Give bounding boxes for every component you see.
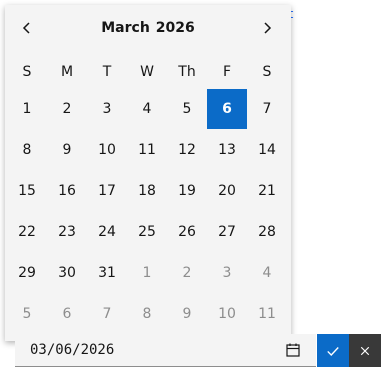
- day-cell[interactable]: 31: [87, 253, 127, 293]
- day-cell[interactable]: 17: [87, 171, 127, 211]
- calendar-icon[interactable]: [285, 342, 301, 358]
- calendar-header: March 2026: [5, 5, 291, 51]
- day-cell[interactable]: 13: [207, 130, 247, 170]
- day-cell[interactable]: 1: [127, 253, 167, 293]
- day-cell[interactable]: 30: [47, 253, 87, 293]
- day-cell[interactable]: 25: [127, 212, 167, 252]
- day-cell[interactable]: 15: [7, 171, 47, 211]
- weekday-label: S: [262, 64, 272, 80]
- day-cell[interactable]: 8: [127, 294, 167, 334]
- weekday-label: Th: [178, 64, 196, 80]
- day-cell[interactable]: 8: [7, 130, 47, 170]
- weekday-label: S: [22, 64, 32, 80]
- confirm-button[interactable]: [317, 334, 349, 367]
- previous-month-button[interactable]: [11, 12, 43, 44]
- day-cell[interactable]: 10: [207, 294, 247, 334]
- weekday-header-row: S M T W Th F S: [7, 52, 287, 92]
- day-cell[interactable]: 29: [7, 253, 47, 293]
- weekday-label: M: [60, 64, 74, 80]
- day-cell[interactable]: 18: [127, 171, 167, 211]
- chevron-right-icon: [264, 22, 272, 34]
- selected-day-cell[interactable]: 6: [207, 89, 247, 129]
- day-cell[interactable]: 2: [47, 89, 87, 129]
- day-cell[interactable]: 26: [167, 212, 207, 252]
- calendar-days-grid: 1 2 3 4 5 6 7 8 9 10 11 12 13 14 15 16 17 18 19 20 21 22 23 24 2…: [7, 89, 287, 335]
- day-cell[interactable]: 21: [247, 171, 287, 211]
- next-month-button[interactable]: [251, 12, 283, 44]
- day-cell[interactable]: 14: [247, 130, 287, 170]
- day-cell[interactable]: 10: [87, 130, 127, 170]
- day-cell[interactable]: 5: [167, 89, 207, 129]
- day-cell[interactable]: 11: [247, 294, 287, 334]
- day-cell[interactable]: 3: [87, 89, 127, 129]
- date-input[interactable]: [15, 334, 285, 366]
- day-cell[interactable]: 16: [47, 171, 87, 211]
- day-cell[interactable]: 6: [47, 294, 87, 334]
- weekday-label: T: [102, 64, 112, 80]
- day-cell[interactable]: 5: [7, 294, 47, 334]
- day-cell[interactable]: 11: [127, 130, 167, 170]
- date-input-field: [15, 334, 316, 367]
- day-cell[interactable]: 27: [207, 212, 247, 252]
- day-cell[interactable]: 28: [247, 212, 287, 252]
- cancel-button[interactable]: [349, 334, 381, 367]
- date-picker-calendar: March 2026 S M T W Th F S 1 2 3 4 5 6 7 8 9 10 11 1…: [5, 5, 291, 341]
- day-cell[interactable]: 4: [247, 253, 287, 293]
- day-cell[interactable]: 24: [87, 212, 127, 252]
- day-cell[interactable]: 22: [7, 212, 47, 252]
- day-cell[interactable]: 2: [167, 253, 207, 293]
- day-cell[interactable]: 3: [207, 253, 247, 293]
- month-label: March: [101, 20, 150, 36]
- chevron-left-icon: [22, 22, 30, 34]
- checkmark-icon: [327, 346, 339, 356]
- day-cell[interactable]: 20: [207, 171, 247, 211]
- day-cell[interactable]: 9: [167, 294, 207, 334]
- day-cell[interactable]: 1: [7, 89, 47, 129]
- day-cell[interactable]: 7: [87, 294, 127, 334]
- day-cell[interactable]: 12: [167, 130, 207, 170]
- weekday-label: F: [222, 64, 232, 80]
- weekday-label: W: [140, 64, 154, 80]
- close-icon: [360, 346, 370, 355]
- day-cell[interactable]: 19: [167, 171, 207, 211]
- month-year-label: March 2026: [5, 5, 291, 51]
- year-label: 2026: [155, 20, 195, 36]
- day-cell[interactable]: 4: [127, 89, 167, 129]
- day-cell[interactable]: 9: [47, 130, 87, 170]
- day-cell[interactable]: 7: [247, 89, 287, 129]
- day-cell[interactable]: 23: [47, 212, 87, 252]
